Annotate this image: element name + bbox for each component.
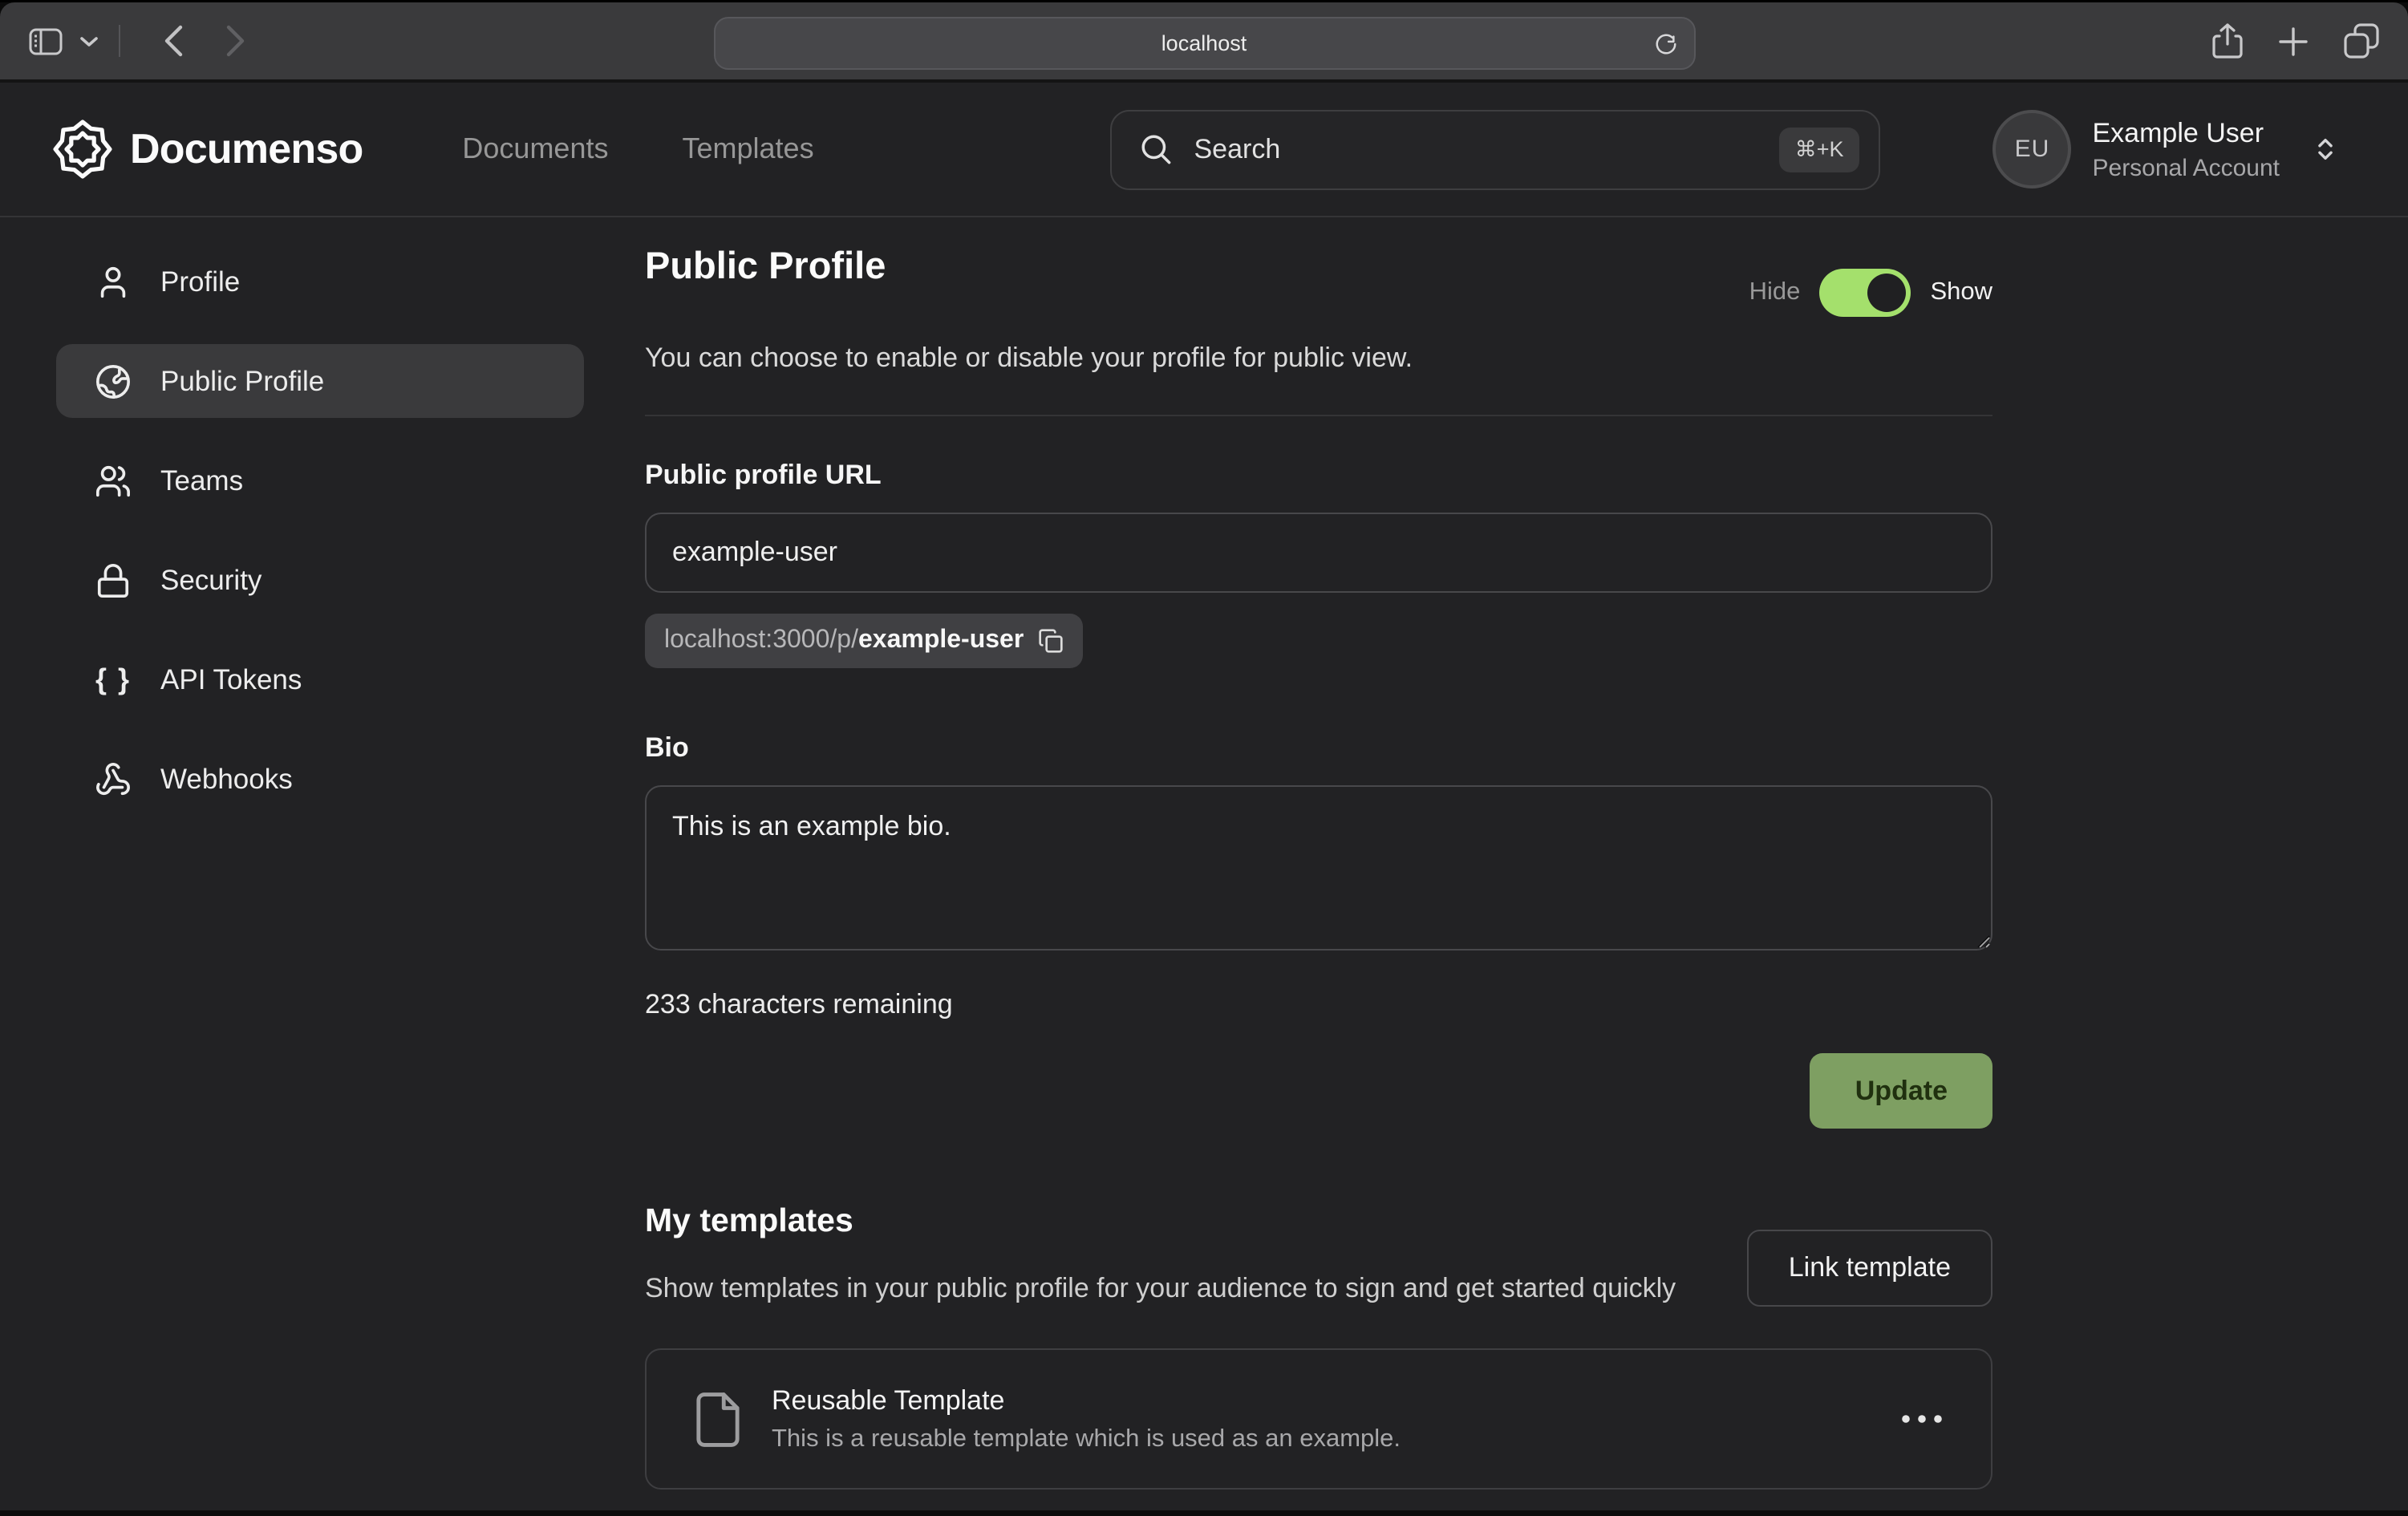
section-divider [645, 415, 1992, 416]
templates-description: Show templates in your public profile fo… [645, 1268, 1676, 1311]
profile-url-input[interactable] [645, 513, 1992, 593]
brand[interactable]: Documenso [53, 120, 363, 179]
page-title: Public Profile [645, 245, 886, 288]
users-icon [95, 462, 132, 499]
browser-toolbar: localhost [0, 2, 2408, 83]
update-button[interactable]: Update [1810, 1053, 1992, 1129]
bio-field-label: Bio [645, 732, 1992, 764]
share-icon[interactable] [2212, 22, 2243, 59]
reload-icon[interactable] [1653, 31, 1677, 55]
braces-icon: { } [95, 663, 132, 696]
sidebar-item-teams[interactable]: Teams [56, 444, 584, 517]
toolbar-divider [119, 25, 120, 57]
file-icon [695, 1392, 741, 1448]
template-card[interactable]: Reusable Template This is a reusable tem… [645, 1349, 1992, 1490]
sidebar-item-label: Security [160, 563, 261, 597]
template-name: Reusable Template [772, 1385, 1401, 1417]
visibility-toggle-row: Hide Show [1749, 269, 1992, 317]
webhook-icon [95, 760, 132, 797]
sidebar-item-label: Webhooks [160, 762, 293, 796]
template-description: This is a reusable template which is use… [772, 1425, 1401, 1454]
main-nav: Documents Templates [462, 132, 813, 166]
main-content: Public Profile Hide Show You can choose … [645, 245, 1992, 1490]
user-text: Example User Personal Account [2093, 117, 2280, 181]
settings-sidebar: Profile Public Profile Teams [56, 245, 584, 1490]
profile-visibility-toggle[interactable] [1819, 269, 1911, 317]
search-bar[interactable]: Search ⌘+K [1111, 109, 1881, 189]
bio-textarea[interactable]: This is an example bio. [645, 785, 1992, 951]
template-menu-button[interactable] [1901, 1415, 1943, 1425]
address-bar[interactable]: localhost [713, 17, 1695, 70]
toggle-show-label: Show [1930, 278, 1992, 307]
sidebar-panel-icon[interactable] [29, 27, 63, 55]
templates-title: My templates [645, 1202, 1676, 1241]
address-bar-url: localhost [1161, 31, 1247, 55]
sidebar-item-label: Teams [160, 464, 243, 497]
chevron-down-icon[interactable] [80, 35, 98, 47]
sidebar-item-profile[interactable]: Profile [56, 245, 584, 318]
app-header: Documenso Documents Templates Search ⌘+K… [0, 83, 2408, 217]
user-icon [95, 263, 132, 300]
templates-header-text: My templates Show templates in your publ… [645, 1202, 1676, 1311]
nav-templates[interactable]: Templates [683, 132, 814, 166]
brand-name: Documenso [130, 124, 363, 174]
url-field-label: Public profile URL [645, 460, 1992, 492]
profile-link-prefix: localhost:3000/p/ [664, 626, 858, 655]
back-icon[interactable] [164, 25, 183, 57]
sidebar-item-label: Profile [160, 265, 240, 298]
forward-icon[interactable] [226, 25, 245, 57]
screen: localhost [0, 2, 2408, 1516]
documenso-logo-icon [53, 120, 112, 179]
search-placeholder: Search [1194, 133, 1758, 165]
characters-remaining: 233 characters remaining [645, 989, 1992, 1021]
user-account-type: Personal Account [2093, 154, 2280, 181]
sidebar-item-label: API Tokens [160, 663, 302, 696]
app-window: Documenso Documents Templates Search ⌘+K… [0, 83, 2408, 1510]
new-tab-icon[interactable] [2278, 26, 2309, 56]
avatar-initials: EU [2015, 136, 2050, 163]
nav-documents[interactable]: Documents [462, 132, 608, 166]
user-name: Example User [2093, 117, 2280, 149]
search-shortcut-badge: ⌘+K [1779, 127, 1860, 172]
page-description: You can choose to enable or disable your… [645, 343, 1992, 375]
copy-icon[interactable] [1038, 628, 1064, 654]
search-icon [1140, 132, 1174, 166]
toggle-hide-label: Hide [1749, 278, 1801, 307]
profile-link-slug: example-user [858, 626, 1024, 655]
toggle-knob [1867, 274, 1906, 312]
globe-icon [95, 363, 132, 399]
tab-overview-icon[interactable] [2344, 23, 2379, 59]
chevrons-up-down-icon [2312, 136, 2339, 163]
sidebar-item-label: Public Profile [160, 364, 324, 398]
link-template-button[interactable]: Link template [1747, 1230, 1992, 1307]
sidebar-item-public-profile[interactable]: Public Profile [56, 344, 584, 418]
avatar: EU [1993, 110, 2072, 188]
sidebar-item-webhooks[interactable]: Webhooks [56, 742, 584, 816]
sidebar-item-api-tokens[interactable]: { } API Tokens [56, 642, 584, 716]
user-menu[interactable]: EU Example User Personal Account [1993, 110, 2340, 188]
profile-link-badge[interactable]: localhost:3000/p/example-user [645, 614, 1083, 668]
lock-icon [95, 561, 132, 598]
sidebar-item-security[interactable]: Security [56, 543, 584, 617]
